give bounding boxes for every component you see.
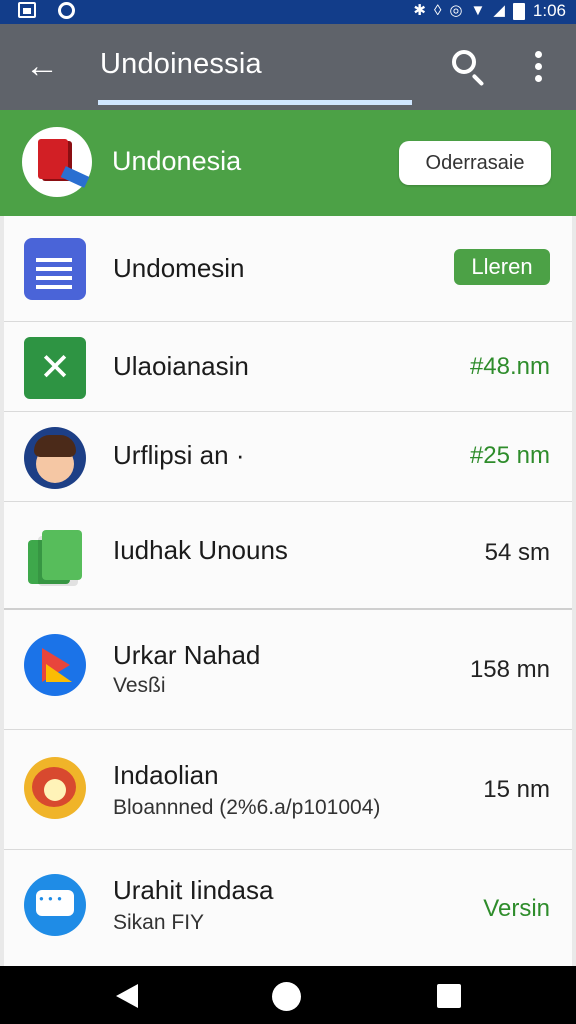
item-name: Urahit Iindasa xyxy=(113,875,274,905)
list-item[interactable]: Urahit Iindasa Sikan FIY Versin xyxy=(4,850,572,966)
chat-icon xyxy=(24,874,86,936)
gallery-icon xyxy=(18,2,36,18)
item-value: 158 mn xyxy=(469,656,550,683)
files-icon xyxy=(24,526,86,588)
list-item[interactable]: Iudhak Unouns 54 sm xyxy=(4,502,572,610)
wifi-icon: ▼ xyxy=(470,2,486,19)
book-logo-icon xyxy=(22,127,92,197)
page-title: Undoinessia xyxy=(100,48,262,80)
bluetooth-icon: ✱ xyxy=(413,2,426,19)
item-name: Urkar Nahad xyxy=(113,640,261,670)
item-name: Ulaoianasin xyxy=(113,351,249,381)
list-item[interactable]: Urflipsi an · #25 nm xyxy=(4,412,572,502)
item-value: 54 sm xyxy=(484,539,550,566)
item-value: #25 nm xyxy=(469,442,550,469)
item-subtitle: Bloannned (2%6.a/p101004) xyxy=(113,796,381,819)
item-subtitle: Sikan FIY xyxy=(113,911,205,934)
item-name: Urflipsi an · xyxy=(113,440,245,470)
status-time: 1:06 xyxy=(532,1,566,20)
banner-action-button[interactable]: Oderrasaie xyxy=(399,141,551,185)
item-status-badge[interactable]: Lleren xyxy=(454,249,550,285)
document-icon xyxy=(24,238,86,300)
alarm-icon: ◎ xyxy=(449,2,463,19)
back-arrow-icon[interactable]: ← xyxy=(22,46,62,86)
app-circle-icon xyxy=(58,2,75,19)
item-name: Undomesin xyxy=(113,253,245,283)
home-icon[interactable] xyxy=(272,982,301,1011)
featured-banner: Undonesia Oderrasaie xyxy=(0,110,576,216)
spreadsheet-icon xyxy=(24,337,86,399)
status-bar: ✱ ◊ ◎ ▼ ◢ 1:06 xyxy=(0,0,576,24)
avatar-icon xyxy=(24,427,86,489)
item-name: Iudhak Unouns xyxy=(113,535,288,565)
list-item[interactable]: Ulaoianasin #48.nm xyxy=(4,322,572,412)
back-icon[interactable] xyxy=(116,984,138,1008)
list-item[interactable]: Urkar Nahad Vesßi 158 mn xyxy=(4,610,572,730)
map-icon xyxy=(24,757,86,819)
recents-icon[interactable] xyxy=(437,984,461,1008)
play-icon xyxy=(24,634,86,696)
app-bar: ← Undoinessia xyxy=(0,24,576,110)
vibrate-icon: ◊ xyxy=(433,2,442,19)
system-nav-bar xyxy=(0,966,576,1024)
item-name: Indaolian xyxy=(113,760,219,790)
banner-title: Undonesia xyxy=(112,146,242,176)
signal-icon: ◢ xyxy=(493,2,505,19)
title-underline xyxy=(98,100,412,105)
item-list: Undomesin Lleren Ulaoianasin #48.nm Urfl… xyxy=(4,216,572,966)
more-vert-icon[interactable] xyxy=(520,46,556,86)
item-subtitle: Vesßi xyxy=(113,674,166,697)
item-value: 15 nm xyxy=(483,776,550,803)
search-icon[interactable] xyxy=(448,46,488,87)
list-item[interactable]: Undomesin Lleren xyxy=(4,216,572,322)
list-item[interactable]: Indaolian Bloannned (2%6.a/p101004) 15 n… xyxy=(4,730,572,850)
item-value: #48.nm xyxy=(469,353,550,380)
item-value: Versin xyxy=(483,895,550,922)
battery-icon xyxy=(512,2,525,20)
